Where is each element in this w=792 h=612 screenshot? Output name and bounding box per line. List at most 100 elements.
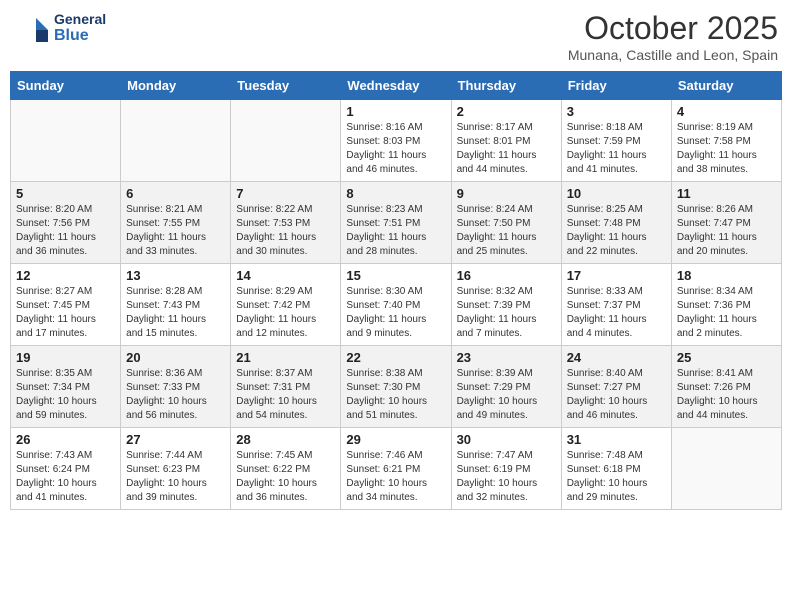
day-number: 1 bbox=[346, 104, 445, 119]
calendar-week-row: 26 Sunrise: 7:43 AM Sunset: 6:24 PM Dayli… bbox=[11, 428, 782, 510]
calendar-cell: 18 Sunrise: 8:34 AM Sunset: 7:36 PM Dayli… bbox=[671, 264, 781, 346]
calendar-cell: 15 Sunrise: 8:30 AM Sunset: 7:40 PM Dayli… bbox=[341, 264, 451, 346]
day-info: Sunrise: 8:20 AM Sunset: 7:56 PM Dayligh… bbox=[16, 203, 115, 259]
logo-blue: Blue bbox=[54, 27, 106, 45]
month-title: October 2025 bbox=[568, 10, 778, 47]
calendar-cell: 7 Sunrise: 8:22 AM Sunset: 7:53 PM Daylig… bbox=[231, 182, 341, 264]
calendar-cell: 4Sunrise: 8:19 AM Sunset: 7:58 PM Daylig… bbox=[671, 100, 781, 182]
day-number: 20 bbox=[126, 350, 225, 365]
day-number: 5 bbox=[16, 186, 115, 201]
day-number: 16 bbox=[457, 268, 556, 283]
calendar-cell: 30 Sunrise: 7:47 AM Sunset: 6:19 PM Dayli… bbox=[451, 428, 561, 510]
calendar-cell: 22Sunrise: 8:38 AM Sunset: 7:30 PM Dayli… bbox=[341, 346, 451, 428]
day-number: 11 bbox=[677, 186, 776, 201]
day-info: Sunrise: 8:29 AM Sunset: 7:42 PM Dayligh… bbox=[236, 285, 335, 341]
calendar-week-row: 12 Sunrise: 8:27 AM Sunset: 7:45 PM Dayli… bbox=[11, 264, 782, 346]
day-number: 10 bbox=[567, 186, 666, 201]
day-number: 7 bbox=[236, 186, 335, 201]
day-info: Sunrise: 8:28 AM Sunset: 7:43 PM Dayligh… bbox=[126, 285, 225, 341]
day-number: 25 bbox=[677, 350, 776, 365]
calendar-cell: 10 Sunrise: 8:25 AM Sunset: 7:48 PM Dayli… bbox=[561, 182, 671, 264]
day-info: Sunrise: 8:36 AM Sunset: 7:33 PM Dayligh… bbox=[126, 367, 225, 423]
day-number: 2 bbox=[457, 104, 556, 119]
day-info: Sunrise: 8:41 AM Sunset: 7:26 PM Dayligh… bbox=[677, 367, 776, 423]
page-header: General Blue October 2025 Munana, Castil… bbox=[10, 10, 782, 63]
calendar-cell: 31Sunrise: 7:48 AM Sunset: 6:18 PM Dayli… bbox=[561, 428, 671, 510]
day-number: 19 bbox=[16, 350, 115, 365]
day-info: Sunrise: 7:45 AM Sunset: 6:22 PM Dayligh… bbox=[236, 449, 335, 505]
day-number: 18 bbox=[677, 268, 776, 283]
calendar-cell: 25 Sunrise: 8:41 AM Sunset: 7:26 PM Dayli… bbox=[671, 346, 781, 428]
calendar-week-row: 19 Sunrise: 8:35 AM Sunset: 7:34 PM Dayli… bbox=[11, 346, 782, 428]
day-info: Sunrise: 8:27 AM Sunset: 7:45 PM Dayligh… bbox=[16, 285, 115, 341]
title-block: October 2025 Munana, Castille and Leon, … bbox=[568, 10, 778, 63]
day-number: 4 bbox=[677, 104, 776, 119]
calendar-cell: 17 Sunrise: 8:33 AM Sunset: 7:37 PM Dayli… bbox=[561, 264, 671, 346]
calendar-week-row: 1 Sunrise: 8:16 AM Sunset: 8:03 PM Daylig… bbox=[11, 100, 782, 182]
day-number: 23 bbox=[457, 350, 556, 365]
col-header-tuesday: Tuesday bbox=[231, 72, 341, 100]
calendar-cell: 21Sunrise: 8:37 AM Sunset: 7:31 PM Dayli… bbox=[231, 346, 341, 428]
day-info: Sunrise: 8:24 AM Sunset: 7:50 PM Dayligh… bbox=[457, 203, 556, 259]
calendar-header-row: SundayMondayTuesdayWednesdayThursdayFrid… bbox=[11, 72, 782, 100]
day-number: 17 bbox=[567, 268, 666, 283]
day-info: Sunrise: 8:33 AM Sunset: 7:37 PM Dayligh… bbox=[567, 285, 666, 341]
calendar-cell: 9 Sunrise: 8:24 AM Sunset: 7:50 PM Daylig… bbox=[451, 182, 561, 264]
day-info: Sunrise: 7:48 AM Sunset: 6:18 PM Dayligh… bbox=[567, 449, 666, 505]
calendar-cell bbox=[231, 100, 341, 182]
day-number: 22 bbox=[346, 350, 445, 365]
day-info: Sunrise: 8:25 AM Sunset: 7:48 PM Dayligh… bbox=[567, 203, 666, 259]
calendar-cell: 14Sunrise: 8:29 AM Sunset: 7:42 PM Dayli… bbox=[231, 264, 341, 346]
calendar-cell: 11Sunrise: 8:26 AM Sunset: 7:47 PM Dayli… bbox=[671, 182, 781, 264]
col-header-thursday: Thursday bbox=[451, 72, 561, 100]
calendar-cell: 16 Sunrise: 8:32 AM Sunset: 7:39 PM Dayli… bbox=[451, 264, 561, 346]
day-number: 13 bbox=[126, 268, 225, 283]
day-number: 26 bbox=[16, 432, 115, 447]
col-header-sunday: Sunday bbox=[11, 72, 121, 100]
calendar-cell: 1 Sunrise: 8:16 AM Sunset: 8:03 PM Daylig… bbox=[341, 100, 451, 182]
col-header-wednesday: Wednesday bbox=[341, 72, 451, 100]
calendar-cell: 26 Sunrise: 7:43 AM Sunset: 6:24 PM Dayli… bbox=[11, 428, 121, 510]
day-number: 30 bbox=[457, 432, 556, 447]
day-number: 9 bbox=[457, 186, 556, 201]
calendar-cell bbox=[11, 100, 121, 182]
logo-general: General bbox=[54, 12, 106, 27]
day-info: Sunrise: 8:22 AM Sunset: 7:53 PM Dayligh… bbox=[236, 203, 335, 259]
day-number: 27 bbox=[126, 432, 225, 447]
location: Munana, Castille and Leon, Spain bbox=[568, 47, 778, 63]
calendar-cell: 20 Sunrise: 8:36 AM Sunset: 7:33 PM Dayli… bbox=[121, 346, 231, 428]
day-info: Sunrise: 7:46 AM Sunset: 6:21 PM Dayligh… bbox=[346, 449, 445, 505]
calendar-cell: 3 Sunrise: 8:18 AM Sunset: 7:59 PM Daylig… bbox=[561, 100, 671, 182]
day-info: Sunrise: 7:43 AM Sunset: 6:24 PM Dayligh… bbox=[16, 449, 115, 505]
calendar-cell: 28Sunrise: 7:45 AM Sunset: 6:22 PM Dayli… bbox=[231, 428, 341, 510]
day-info: Sunrise: 7:44 AM Sunset: 6:23 PM Dayligh… bbox=[126, 449, 225, 505]
calendar: SundayMondayTuesdayWednesdayThursdayFrid… bbox=[10, 71, 782, 510]
day-info: Sunrise: 8:18 AM Sunset: 7:59 PM Dayligh… bbox=[567, 121, 666, 177]
day-info: Sunrise: 8:32 AM Sunset: 7:39 PM Dayligh… bbox=[457, 285, 556, 341]
day-number: 6 bbox=[126, 186, 225, 201]
day-info: Sunrise: 8:37 AM Sunset: 7:31 PM Dayligh… bbox=[236, 367, 335, 423]
day-info: Sunrise: 8:30 AM Sunset: 7:40 PM Dayligh… bbox=[346, 285, 445, 341]
calendar-cell: 5 Sunrise: 8:20 AM Sunset: 7:56 PM Daylig… bbox=[11, 182, 121, 264]
col-header-saturday: Saturday bbox=[671, 72, 781, 100]
day-info: Sunrise: 7:47 AM Sunset: 6:19 PM Dayligh… bbox=[457, 449, 556, 505]
calendar-cell: 12 Sunrise: 8:27 AM Sunset: 7:45 PM Dayli… bbox=[11, 264, 121, 346]
calendar-cell: 6Sunrise: 8:21 AM Sunset: 7:55 PM Daylig… bbox=[121, 182, 231, 264]
calendar-cell: 2Sunrise: 8:17 AM Sunset: 8:01 PM Daylig… bbox=[451, 100, 561, 182]
calendar-cell: 29Sunrise: 7:46 AM Sunset: 6:21 PM Dayli… bbox=[341, 428, 451, 510]
day-number: 15 bbox=[346, 268, 445, 283]
day-info: Sunrise: 8:34 AM Sunset: 7:36 PM Dayligh… bbox=[677, 285, 776, 341]
day-info: Sunrise: 8:35 AM Sunset: 7:34 PM Dayligh… bbox=[16, 367, 115, 423]
calendar-week-row: 5 Sunrise: 8:20 AM Sunset: 7:56 PM Daylig… bbox=[11, 182, 782, 264]
day-number: 8 bbox=[346, 186, 445, 201]
logo-icon bbox=[14, 10, 50, 46]
calendar-cell: 13 Sunrise: 8:28 AM Sunset: 7:43 PM Dayli… bbox=[121, 264, 231, 346]
calendar-cell: 27 Sunrise: 7:44 AM Sunset: 6:23 PM Dayli… bbox=[121, 428, 231, 510]
day-info: Sunrise: 8:39 AM Sunset: 7:29 PM Dayligh… bbox=[457, 367, 556, 423]
day-info: Sunrise: 8:16 AM Sunset: 8:03 PM Dayligh… bbox=[346, 121, 445, 177]
day-number: 24 bbox=[567, 350, 666, 365]
calendar-cell: 24Sunrise: 8:40 AM Sunset: 7:27 PM Dayli… bbox=[561, 346, 671, 428]
col-header-monday: Monday bbox=[121, 72, 231, 100]
day-number: 3 bbox=[567, 104, 666, 119]
day-number: 12 bbox=[16, 268, 115, 283]
